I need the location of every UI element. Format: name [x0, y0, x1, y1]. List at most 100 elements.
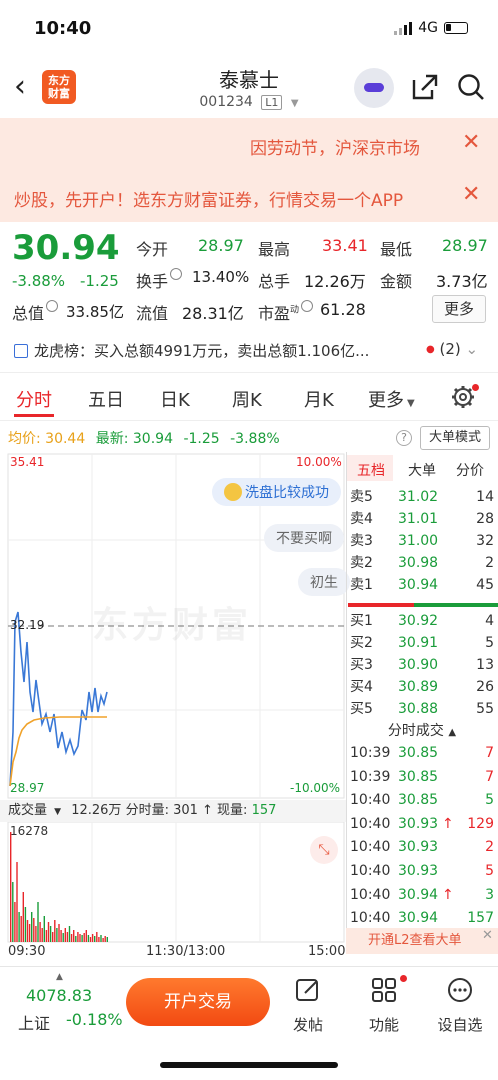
- chart-ref-price: 32.19: [10, 618, 45, 632]
- volume-bar: [68, 926, 71, 942]
- high-value: 33.41: [322, 236, 368, 255]
- tab-daily-k[interactable]: 日K: [160, 386, 190, 412]
- avg-label: 均价:: [8, 431, 41, 447]
- search-icon[interactable]: [456, 72, 486, 102]
- more-button[interactable]: 更多: [432, 295, 486, 323]
- nav-add-watchlist-label: 设自选: [437, 1016, 483, 1034]
- volume-summary: 12.26万 分时量: 301 ↑ 现量:: [71, 803, 252, 818]
- share-icon[interactable]: [410, 72, 440, 102]
- dragon-tiger-count: (2): [439, 340, 461, 358]
- trade-direction: ↑: [442, 815, 454, 832]
- caret-down-icon: ▼: [54, 807, 62, 817]
- trades-header[interactable]: 分时成交 ▲: [346, 720, 498, 740]
- tab-five-day[interactable]: 五日: [88, 386, 124, 412]
- trade-volume: 129: [467, 815, 494, 832]
- volume-bar: [33, 918, 35, 942]
- latest-change: -1.25: [183, 431, 220, 447]
- trade-price: 30.94: [398, 886, 439, 903]
- volume-bar: [62, 933, 64, 942]
- nav-functions[interactable]: 功能: [354, 976, 414, 1035]
- signal-icon: [394, 21, 413, 35]
- open-account-trade-button[interactable]: 开户交易: [126, 978, 270, 1026]
- float-cap-value: 28.31亿: [182, 304, 244, 323]
- volume-bar: [37, 902, 39, 942]
- expand-icon[interactable]: ⤡: [310, 836, 338, 864]
- volume-bar: [60, 930, 62, 942]
- tab-price-dist[interactable]: 分价: [456, 460, 484, 480]
- level-price: 30.91: [398, 635, 439, 651]
- change-amount: -1.25: [80, 272, 119, 290]
- volume-value: 12.26万: [304, 272, 366, 291]
- trade-time: 10:39: [350, 768, 391, 785]
- close-icon[interactable]: ✕: [462, 182, 480, 207]
- volume-bar: [26, 920, 29, 942]
- big-order-mode-button[interactable]: 大单模式: [420, 426, 490, 450]
- volume-bar: [98, 937, 100, 942]
- status-time: 10:40: [34, 18, 92, 39]
- tab-monthly-k[interactable]: 月K: [304, 386, 334, 412]
- order-book-divider: [348, 603, 498, 607]
- trade-row: 10:40 30.93 2: [350, 836, 496, 860]
- comment-bubble[interactable]: 不要买啊: [264, 524, 344, 552]
- assistant-avatar[interactable]: [354, 68, 394, 108]
- caret-up-icon: ▲: [56, 972, 63, 982]
- index-name: 上证: [18, 1014, 51, 1033]
- comment-bubble[interactable]: 初生: [298, 568, 350, 596]
- trade-time: 10:40: [350, 862, 391, 879]
- trade-price: 30.85: [398, 792, 439, 809]
- tab-big-order[interactable]: 大单: [408, 460, 436, 480]
- tab-weekly-k[interactable]: 周K: [232, 386, 262, 412]
- tab-five-level[interactable]: 五档: [357, 460, 385, 480]
- level-price: 30.98: [398, 555, 439, 571]
- volume-header[interactable]: 成交量 ▼ 12.26万 分时量: 301 ↑ 现量: 157: [0, 800, 346, 822]
- volume-bar: [20, 916, 22, 942]
- last-price: 30.94: [12, 228, 120, 268]
- index-value[interactable]: 4078.83: [26, 986, 92, 1005]
- volume-selector[interactable]: 成交量: [8, 803, 47, 818]
- tab-intraday[interactable]: 分时: [16, 386, 52, 412]
- dot-icon: ●: [426, 344, 435, 355]
- level-volume: 13: [476, 657, 494, 673]
- level-price: 30.89: [398, 679, 439, 695]
- order-book-row: 买1 30.92 4: [350, 610, 496, 632]
- volume-bar: [43, 916, 45, 942]
- notification-dot: [472, 384, 479, 391]
- trade-row: 10:40 30.85 5: [350, 789, 496, 813]
- tab-more[interactable]: 更多 ▼: [368, 386, 415, 412]
- l2-upgrade-banner[interactable]: 开通L2查看大单: [346, 928, 498, 954]
- trade-time: 10:40: [350, 886, 391, 903]
- pe-value: 61.28: [320, 300, 366, 319]
- volume-bar: [66, 932, 69, 942]
- level-volume: 32: [476, 533, 494, 549]
- trade-price: 30.93: [398, 839, 439, 856]
- info-icon[interactable]: [301, 300, 314, 312]
- info-icon[interactable]: [170, 268, 183, 280]
- dragon-tiger-row[interactable]: 龙虎榜：买入总额4991万元，卖出总额1.106亿... ● (2) ⌄: [14, 340, 486, 361]
- dragon-tiger-label: 龙虎榜：: [34, 342, 95, 360]
- level-label: 买2: [350, 635, 373, 651]
- close-icon[interactable]: ✕: [482, 928, 493, 943]
- close-icon[interactable]: ✕: [462, 130, 480, 155]
- trade-volume: 2: [485, 839, 494, 856]
- trade-row: 10:40 30.93 5: [350, 860, 496, 884]
- help-icon[interactable]: ?: [396, 430, 412, 446]
- trade-time: 10:40: [350, 792, 391, 809]
- nav-add-watchlist[interactable]: 设自选: [430, 976, 490, 1035]
- holiday-notice-banner[interactable]: [0, 118, 498, 170]
- nav-post[interactable]: 发帖: [278, 976, 338, 1035]
- home-indicator: [160, 1062, 338, 1068]
- volume-bar: [89, 937, 92, 942]
- volume-bar: [31, 912, 33, 942]
- comment-bubble[interactable]: 洗盘比较成功: [212, 478, 341, 506]
- amount-label: 金额: [380, 272, 413, 291]
- volume-bar: [10, 832, 12, 942]
- watermark: 东方财富: [92, 605, 253, 646]
- level-volume: 14: [476, 489, 494, 505]
- more-dots-icon: [448, 978, 472, 1002]
- level-label: 卖5: [350, 489, 373, 505]
- level-price: 30.92: [398, 613, 439, 629]
- info-icon[interactable]: [46, 300, 59, 312]
- level-label: 买3: [350, 657, 373, 673]
- nav-functions-label: 功能: [368, 1016, 399, 1034]
- level-price: 31.01: [398, 511, 439, 527]
